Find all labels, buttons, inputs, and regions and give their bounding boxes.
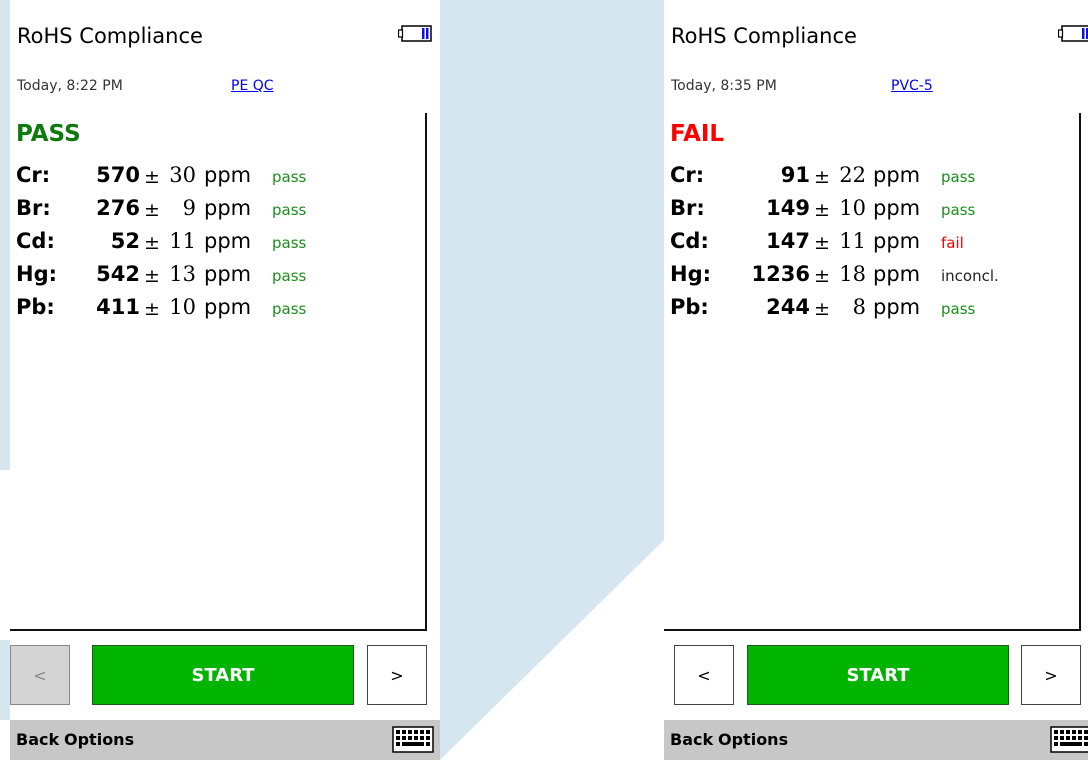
uncertainty-value: 11 [169, 229, 196, 253]
app-title: RoHS Compliance [17, 24, 203, 48]
element-label: Br: [16, 196, 51, 220]
uncertainty-value: 8 [852, 295, 866, 319]
result-row-hg: Hg: 1236 ± 18 ppm inconcl. [670, 262, 999, 295]
concentration-value: 570 [96, 163, 140, 187]
element-label: Cd: [16, 229, 55, 253]
element-label: Br: [670, 196, 705, 220]
element-label: Pb: [16, 295, 55, 319]
verdict-label: pass [272, 300, 307, 318]
concentration-value: 244 [766, 295, 810, 319]
device-screen-fail: RoHS Compliance Today, 8:35 PM PVC-5 FAI… [664, 0, 1088, 760]
verdict-label: pass [941, 201, 976, 219]
results-list: Cr: 91 ± 22 ppm pass Br: 149 ± 10 ppm pa… [670, 163, 999, 328]
element-label: Cr: [670, 163, 705, 187]
uncertainty-value: 10 [169, 295, 196, 319]
next-button[interactable]: > [1021, 645, 1081, 705]
battery-icon [397, 25, 432, 42]
unit-label: ppm [873, 163, 921, 187]
verdict-label: pass [941, 300, 976, 318]
unit-label: ppm [204, 295, 252, 319]
sample-name-link[interactable]: PE QC [231, 78, 274, 94]
unit-label: ppm [873, 229, 921, 253]
concentration-value: 542 [96, 262, 140, 286]
sample-name-link[interactable]: PVC-5 [891, 78, 933, 94]
verdict-label: pass [941, 168, 976, 186]
uncertainty-value: 18 [839, 262, 866, 286]
uncertainty-value: 30 [169, 163, 196, 187]
previous-button[interactable]: < [674, 645, 734, 705]
verdict-label: pass [272, 168, 307, 186]
element-label: Hg: [670, 262, 712, 286]
device-screen-pass: RoHS Compliance Today, 8:22 PM PE QC PAS… [10, 0, 440, 760]
previous-button[interactable]: < [10, 645, 70, 705]
overall-status: FAIL [670, 121, 725, 147]
result-row-cd: Cd: 147 ± 11 ppm fail [670, 229, 964, 262]
element-label: Cr: [16, 163, 51, 187]
concentration-value: 276 [96, 196, 140, 220]
unit-label: ppm [873, 262, 921, 286]
verdict-label: fail [941, 234, 964, 252]
element-label: Cd: [670, 229, 709, 253]
concentration-value: 411 [96, 295, 140, 319]
results-panel: PASS Cr: 570 ± 30 ppm pass Br: 276 ± 9 p… [10, 113, 427, 631]
options-softkey[interactable]: Options [718, 730, 788, 749]
unit-label: ppm [204, 196, 252, 220]
result-row-pb: Pb: 244 ± 8 ppm pass [670, 295, 975, 328]
result-row-br: Br: 276 ± 9 ppm pass [16, 196, 306, 229]
uncertainty-value: 9 [182, 196, 196, 220]
app-title: RoHS Compliance [671, 24, 857, 48]
element-label: Hg: [16, 262, 58, 286]
unit-label: ppm [873, 295, 921, 319]
concentration-value: 1236 [751, 262, 810, 286]
softkey-bar: Back Options [664, 720, 1088, 760]
uncertainty-value: 22 [839, 163, 866, 187]
result-row-cr: Cr: 91 ± 22 ppm pass [670, 163, 975, 196]
result-row-hg: Hg: 542 ± 13 ppm pass [16, 262, 306, 295]
result-row-pb: Pb: 411 ± 10 ppm pass [16, 295, 306, 328]
uncertainty-value: 13 [169, 262, 196, 286]
uncertainty-value: 10 [839, 196, 866, 220]
uncertainty-value: 11 [839, 229, 866, 253]
concentration-value: 147 [766, 229, 810, 253]
start-button[interactable]: START [747, 645, 1009, 705]
result-row-cd: Cd: 52 ± 11 ppm pass [16, 229, 306, 262]
timestamp: Today, 8:35 PM [671, 78, 777, 94]
overall-status: PASS [16, 121, 81, 147]
concentration-value: 149 [766, 196, 810, 220]
back-softkey[interactable]: Back [670, 730, 713, 749]
concentration-value: 91 [780, 163, 810, 187]
verdict-label: pass [272, 267, 307, 285]
start-button[interactable]: START [92, 645, 354, 705]
results-list: Cr: 570 ± 30 ppm pass Br: 276 ± 9 ppm pa… [16, 163, 306, 328]
verdict-label: inconcl. [941, 267, 999, 285]
unit-label: ppm [204, 163, 252, 187]
verdict-label: pass [272, 201, 307, 219]
softkey-bar: Back Options [10, 720, 440, 760]
timestamp: Today, 8:22 PM [17, 78, 123, 94]
unit-label: ppm [873, 196, 921, 220]
results-panel: FAIL Cr: 91 ± 22 ppm pass Br: 149 ± 10 p… [664, 113, 1081, 631]
unit-label: ppm [204, 229, 252, 253]
options-softkey[interactable]: Options [64, 730, 134, 749]
next-button[interactable]: > [367, 645, 427, 705]
battery-icon [1057, 25, 1088, 42]
concentration-value: 52 [110, 229, 140, 253]
result-row-cr: Cr: 570 ± 30 ppm pass [16, 163, 306, 196]
verdict-label: pass [272, 234, 307, 252]
element-label: Pb: [670, 295, 709, 319]
back-softkey[interactable]: Back [16, 730, 59, 749]
result-row-br: Br: 149 ± 10 ppm pass [670, 196, 975, 229]
unit-label: ppm [204, 262, 252, 286]
keyboard-icon[interactable] [1050, 726, 1088, 753]
keyboard-icon[interactable] [392, 726, 434, 753]
